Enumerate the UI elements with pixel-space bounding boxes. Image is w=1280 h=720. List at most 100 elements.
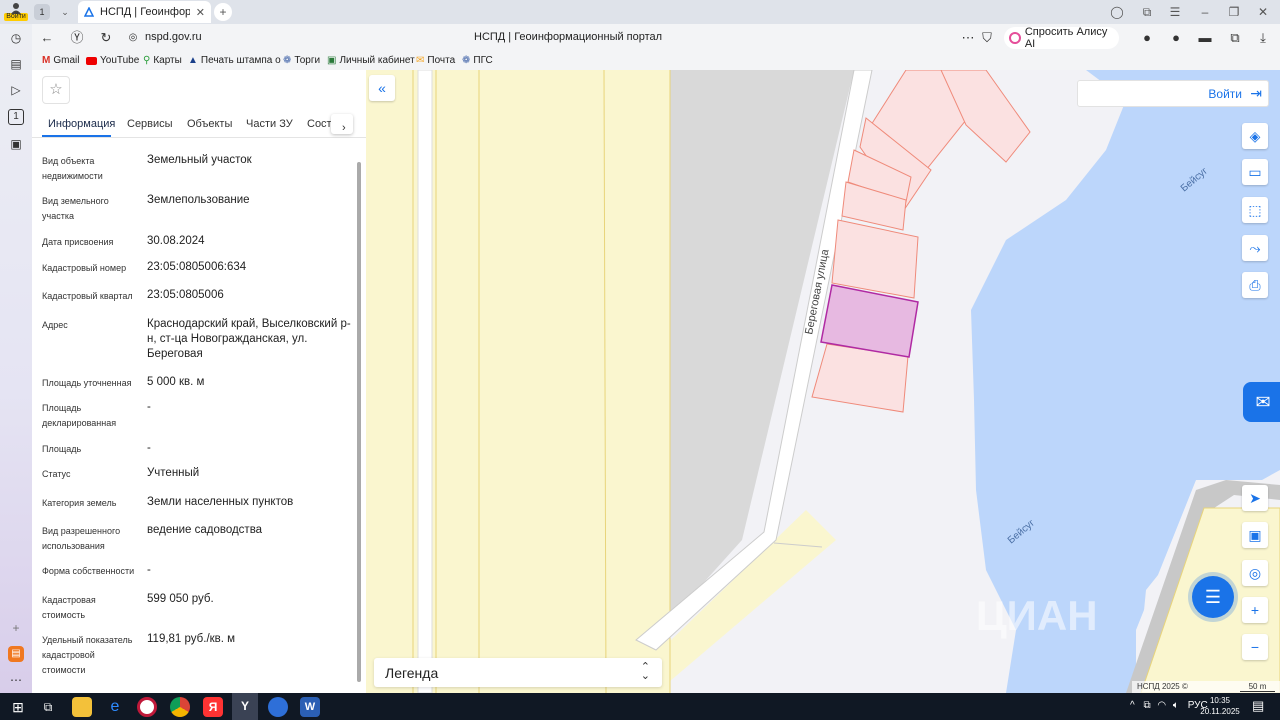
zoom-out-button[interactable]: −: [1242, 634, 1268, 660]
play-icon[interactable]: ▷: [8, 82, 24, 98]
field-area: [366, 70, 670, 693]
new-tab-icon[interactable]: +: [214, 3, 232, 21]
collections-icon[interactable]: ⧉: [1138, 3, 1156, 21]
minimap-button[interactable]: ▣: [1242, 522, 1268, 548]
alisa-label: Спросить Алису AI: [1024, 26, 1108, 50]
panel-scrollbar[interactable]: [357, 162, 361, 682]
bookmark-cabinet[interactable]: ▣ Личный кабинет: [327, 55, 415, 66]
back-icon[interactable]: ←: [38, 29, 56, 47]
chrome-icon[interactable]: [170, 697, 190, 717]
support-widget[interactable]: ✉: [1243, 382, 1280, 422]
bookmarks-bar: M Gmail YouTube ⚲ Карты ▲ Печать штампа о ❁…: [0, 52, 1280, 70]
reload-icon[interactable]: ↻: [97, 29, 115, 47]
yandex-icon[interactable]: Ⓨ: [68, 29, 86, 47]
scale-label: 50 m: [1240, 682, 1275, 692]
double-chevron-left-icon: «: [378, 80, 386, 96]
browser-side-rail: ◷ ▤ ▷ 1 ▣ + ▤ ⋯: [0, 24, 32, 693]
print-button[interactable]: ⎙: [1242, 272, 1268, 298]
network-icon[interactable]: ⧉: [1143, 700, 1150, 711]
alisa-button[interactable]: Спросить Алису AI: [1004, 26, 1119, 50]
extension-icon[interactable]: ●: [1167, 29, 1185, 47]
share-icon: ⤳: [1249, 240, 1261, 256]
extension-icon[interactable]: ●: [1138, 29, 1156, 47]
map-view[interactable]: Береговая улица Бейсуг Бейсуг ЦИАН « Вой…: [366, 70, 1280, 693]
close-tab-icon[interactable]: ✕: [196, 6, 205, 19]
url-field[interactable]: nspd.gov.ru: [145, 31, 202, 43]
torgi-icon: ❁: [283, 55, 292, 66]
tab-info[interactable]: Информация: [48, 118, 115, 130]
collapse-panel-button[interactable]: «: [369, 75, 395, 101]
volume-icon[interactable]: 🔈︎: [1173, 700, 1179, 711]
more-icon[interactable]: ⋯: [959, 29, 977, 47]
minimize-icon[interactable]: –: [1196, 3, 1214, 21]
account-icon[interactable]: ◯: [1108, 3, 1126, 21]
share-button[interactable]: ⤳: [1242, 235, 1268, 261]
chat-button[interactable]: ☰: [1192, 576, 1234, 618]
geolocation-button[interactable]: ◎: [1242, 560, 1268, 586]
close-window-icon[interactable]: ✕: [1254, 3, 1272, 21]
add-panel-icon[interactable]: +: [8, 620, 24, 636]
clock[interactable]: 10:35 20.11.2025: [1198, 695, 1242, 717]
windows-start-icon[interactable]: ⊞: [8, 697, 28, 717]
bookmark-torgi[interactable]: ❁ Торги: [283, 55, 320, 66]
wifi-icon[interactable]: ◠: [1157, 700, 1166, 711]
word-icon[interactable]: W: [300, 697, 320, 717]
browser-icon[interactable]: [268, 697, 288, 717]
app-icon[interactable]: ▤: [8, 646, 24, 662]
active-tab[interactable]: НСПД | Геоинформаци ✕: [78, 1, 211, 23]
extensions-icon[interactable]: ⧉: [1226, 29, 1244, 47]
bookmark-maps[interactable]: ⚲ Карты: [143, 55, 182, 66]
app-icon[interactable]: [137, 697, 157, 717]
active-tab-indicator: [42, 135, 111, 137]
edge-icon[interactable]: e: [105, 697, 125, 717]
tabs-next-button[interactable]: ›: [331, 114, 353, 134]
download-icon[interactable]: ⤓: [1254, 29, 1272, 47]
chat-icon: ☰: [1204, 587, 1222, 607]
history-icon[interactable]: ◷: [8, 30, 24, 46]
yandex-app-icon[interactable]: Я: [203, 697, 223, 717]
login-bar[interactable]: Войти ⇥: [1077, 80, 1269, 107]
notes-icon[interactable]: ▤: [8, 56, 24, 72]
bookmark-icon[interactable]: ⛉: [978, 29, 996, 47]
zoom-in-button[interactable]: +: [1242, 597, 1268, 623]
profile-label: Войти: [4, 13, 28, 21]
browser-tab-bar: Войти 1 ⌄ НСПД | Геоинформаци ✕ + ◯ ⧉ ☰ …: [0, 0, 1280, 24]
bookmark-gmail[interactable]: M Gmail: [42, 55, 79, 66]
ruler-button[interactable]: ▭: [1242, 159, 1268, 185]
bookmark-mail[interactable]: ✉ Почта: [416, 55, 455, 66]
favorite-star-icon[interactable]: ☆: [42, 76, 70, 104]
select-area-icon: ⬚: [1248, 202, 1262, 218]
tab-objects[interactable]: Объекты: [187, 118, 232, 130]
site-info-icon[interactable]: ◎: [124, 29, 142, 47]
media-icon[interactable]: ▣: [8, 136, 24, 152]
tab-counter[interactable]: 1: [34, 4, 50, 20]
expand-icon: ⌃ ⌄: [640, 661, 650, 682]
file-explorer-icon[interactable]: [72, 697, 92, 717]
locate-button[interactable]: ➤: [1242, 485, 1268, 511]
yandex-browser-icon[interactable]: Y: [232, 693, 258, 720]
bookmark-youtube[interactable]: YouTube: [86, 55, 139, 66]
extension-icon[interactable]: ▬: [1196, 29, 1214, 47]
chevron-right-icon: ›: [342, 122, 346, 134]
tab-services[interactable]: Сервисы: [127, 118, 173, 130]
chevron-up-icon[interactable]: ^: [1130, 700, 1135, 711]
login-label: Войти: [1208, 87, 1242, 101]
restore-icon[interactable]: ❐: [1225, 3, 1243, 21]
layers-button[interactable]: ◈: [1242, 123, 1268, 149]
profile-button[interactable]: Войти: [4, 1, 28, 23]
menu-icon[interactable]: ☰: [1166, 3, 1184, 21]
calendar-icon[interactable]: 1: [8, 109, 24, 125]
select-area-button[interactable]: ⬚: [1242, 197, 1268, 223]
object-info-panel: ☆ Информация Сервисы Объекты Части ЗУ Со…: [32, 70, 366, 693]
legend-bar[interactable]: Легенда ⌃ ⌄: [374, 658, 662, 687]
more-apps-icon[interactable]: ⋯: [8, 672, 24, 688]
notifications-icon[interactable]: ▤: [1252, 698, 1264, 714]
bookmark-stamp[interactable]: ▲ Печать штампа о: [188, 55, 281, 66]
copyright: НСПД 2025 ©: [1137, 682, 1188, 691]
map-pin-icon: ⚲: [143, 55, 151, 66]
bookmark-pgs[interactable]: ❁ ПГС: [462, 55, 493, 66]
task-view-icon[interactable]: ⧉: [38, 697, 58, 717]
chevron-down-icon[interactable]: ⌄: [56, 3, 74, 21]
plus-icon: +: [1250, 602, 1260, 618]
tab-parts[interactable]: Части ЗУ: [246, 118, 293, 130]
